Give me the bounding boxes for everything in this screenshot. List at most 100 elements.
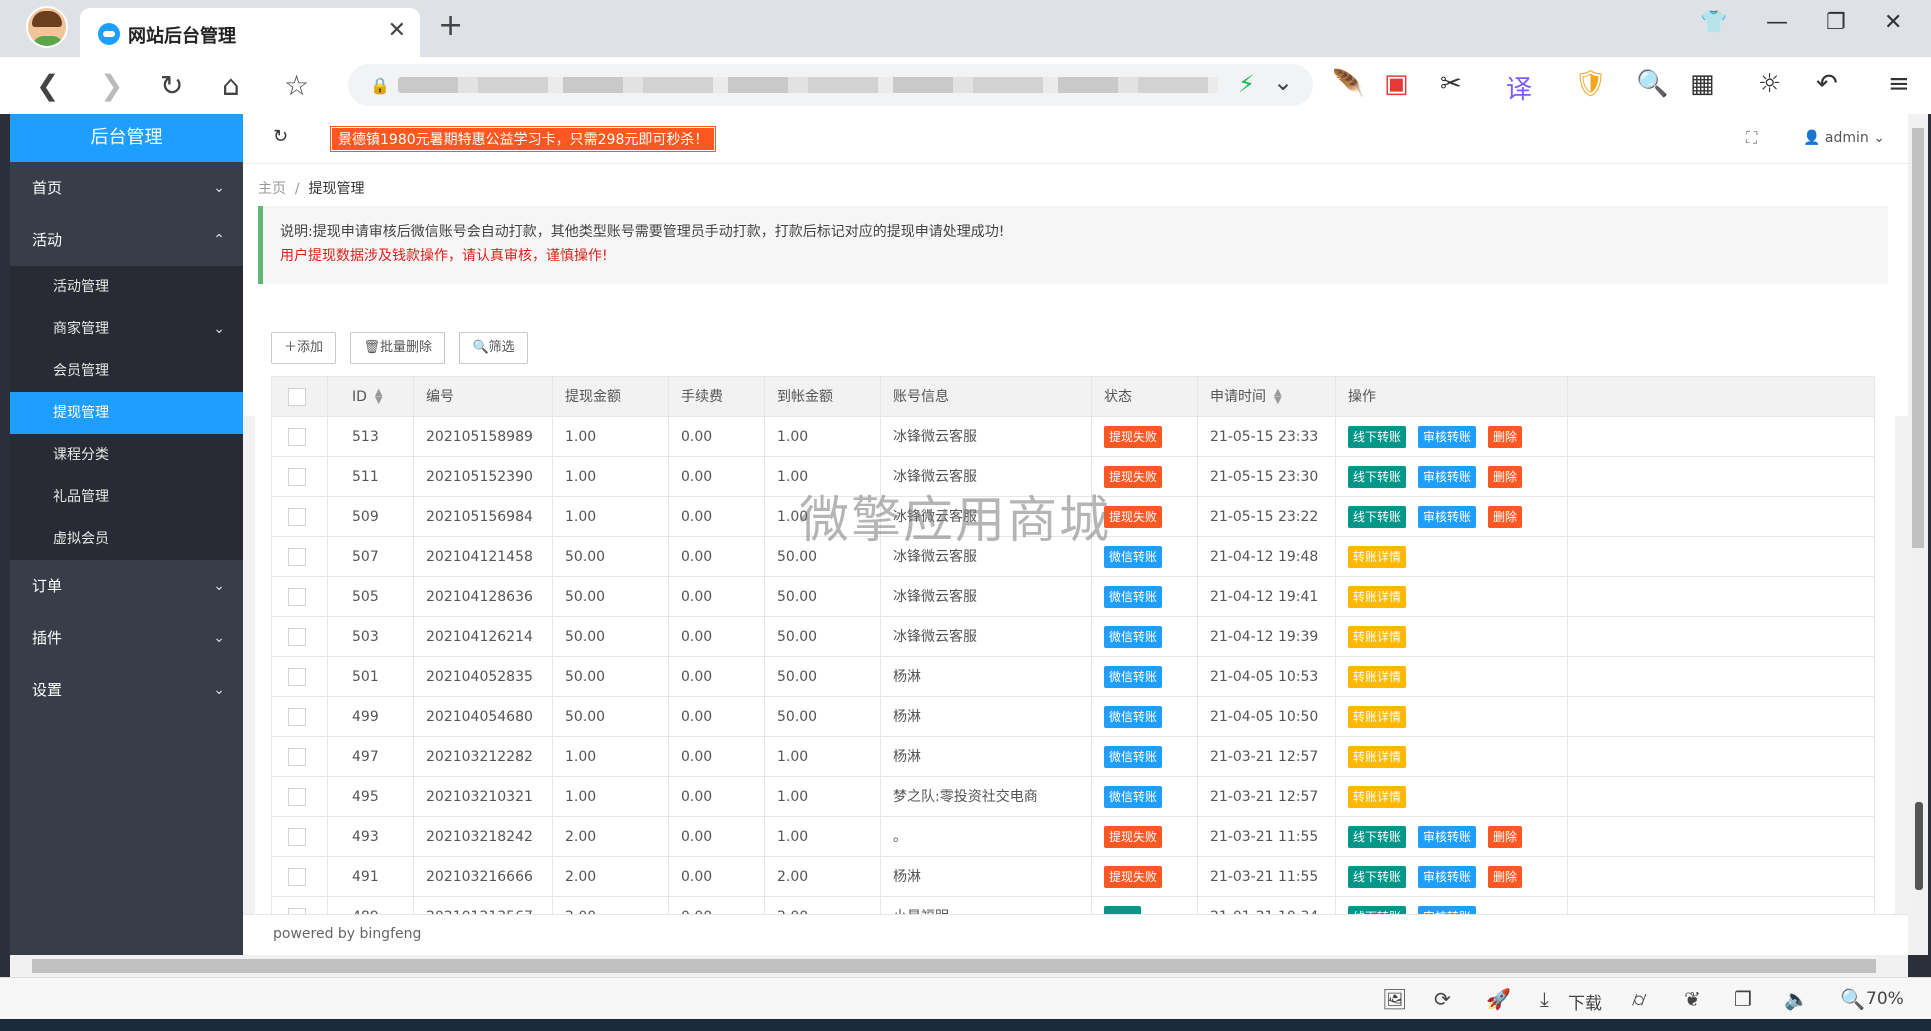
zoom-level[interactable]: 70%: [1866, 989, 1904, 1009]
sort-icon[interactable]: ▲ ▼: [1274, 388, 1282, 406]
sidebar-item-settings[interactable]: 设置 ⌄: [10, 664, 243, 716]
speed-icon[interactable]: ⟳: [1434, 987, 1451, 1011]
vertical-scrollbar[interactable]: [1908, 114, 1928, 955]
delete-button[interactable]: 删除: [1488, 506, 1523, 528]
back-icon[interactable]: ❮: [36, 69, 59, 102]
row-checkbox[interactable]: [288, 588, 306, 606]
transfer-detail-button[interactable]: 转账详情: [1348, 626, 1407, 648]
profile-avatar[interactable]: [26, 6, 68, 48]
star-bookmark-icon[interactable]: ☆: [284, 69, 309, 102]
vr-icon[interactable]: ⌭: [1632, 987, 1646, 1011]
game-icon[interactable]: ▣: [1384, 69, 1409, 99]
audit-transfer-button[interactable]: 审核转账: [1418, 826, 1477, 848]
sort-icon[interactable]: ▲ ▼: [375, 388, 383, 406]
header-time[interactable]: 申请时间 ▲ ▼: [1198, 377, 1336, 416]
scroll-thumb[interactable]: [1912, 128, 1924, 548]
audit-transfer-button[interactable]: 审核转账: [1418, 426, 1477, 448]
offline-transfer-button[interactable]: 线下转账: [1348, 866, 1407, 888]
row-checkbox[interactable]: [288, 668, 306, 686]
feather-icon[interactable]: 🪶: [1332, 69, 1364, 99]
offline-transfer-button[interactable]: 线下转账: [1348, 466, 1407, 488]
row-checkbox[interactable]: [288, 468, 306, 486]
leaf-icon[interactable]: ❦: [1684, 987, 1701, 1011]
restore-icon[interactable]: ❐: [1826, 10, 1846, 35]
scissors-icon[interactable]: ✂: [1440, 69, 1462, 99]
sidebar-item-merchant-manage[interactable]: 商家管理 ⌄: [10, 308, 243, 350]
row-checkbox[interactable]: [288, 868, 306, 886]
row-checkbox[interactable]: [288, 428, 306, 446]
audit-transfer-button[interactable]: 审核转账: [1418, 866, 1477, 888]
fullscreen-icon[interactable]: ⛶: [1746, 128, 1757, 148]
batch-delete-button[interactable]: 🗑批量删除: [350, 332, 446, 364]
row-checkbox[interactable]: [288, 708, 306, 726]
shirt-skin-icon[interactable]: 👕: [1700, 10, 1727, 35]
download-icon[interactable]: ⤓: [1540, 987, 1549, 1011]
header-id[interactable]: ID ▲ ▼: [328, 377, 414, 416]
horizontal-scrollbar[interactable]: [10, 955, 1908, 977]
promo-banner[interactable]: 景德镇1980元暑期特惠公益学习卡，只需298元即可秒杀！: [329, 126, 717, 152]
delete-button[interactable]: 删除: [1488, 466, 1523, 488]
rocket-icon[interactable]: 🚀: [1486, 987, 1511, 1011]
scroll-thumb[interactable]: [32, 959, 1876, 973]
delete-button[interactable]: 删除: [1488, 866, 1523, 888]
speed-bolt-icon[interactable]: ⚡: [1238, 70, 1255, 98]
filter-button[interactable]: 🔍筛选: [459, 332, 528, 364]
window-icon[interactable]: ❐: [1734, 987, 1752, 1011]
reload-icon[interactable]: ↻: [160, 69, 183, 102]
close-tab-icon[interactable]: ✕: [388, 18, 406, 43]
shield-coin-icon[interactable]: 🛡: [1574, 69, 1607, 99]
offline-transfer-button[interactable]: 线下转账: [1348, 426, 1407, 448]
delete-button[interactable]: 删除: [1488, 826, 1523, 848]
breadcrumb-home[interactable]: 主页: [258, 181, 286, 197]
sidebar-item-member-manage[interactable]: 会员管理: [10, 350, 243, 392]
row-checkbox[interactable]: [288, 628, 306, 646]
offline-transfer-button[interactable]: 线下转账: [1348, 506, 1407, 528]
minimize-icon[interactable]: —: [1766, 10, 1788, 35]
row-checkbox[interactable]: [288, 788, 306, 806]
refresh-icon[interactable]: ↻: [273, 126, 288, 147]
transfer-detail-button[interactable]: 转账详情: [1348, 666, 1407, 688]
user-menu[interactable]: 👤 admin ⌄: [1803, 130, 1885, 146]
menu-icon[interactable]: ≡: [1888, 69, 1910, 99]
add-button[interactable]: ＋添加: [271, 332, 337, 364]
home-icon[interactable]: ⌂: [222, 69, 240, 102]
chevron-down-icon[interactable]: ⌄: [1273, 68, 1293, 96]
sidebar-item-activity[interactable]: 活动 ⌃: [10, 214, 243, 266]
sidebar-item-gift-manage[interactable]: 礼品管理: [10, 476, 243, 518]
sidebar-item-virtual-member[interactable]: 虚拟会员: [10, 518, 243, 560]
audit-transfer-button[interactable]: 审核转账: [1418, 506, 1477, 528]
row-checkbox[interactable]: [288, 508, 306, 526]
apps-grid-icon[interactable]: ▦: [1690, 69, 1715, 99]
sidebar-item-orders[interactable]: 订单 ⌄: [10, 560, 243, 612]
sidebar-item-plugins[interactable]: 插件 ⌄: [10, 612, 243, 664]
zoom-icon[interactable]: 🔍: [1840, 987, 1865, 1011]
new-tab-button[interactable]: +: [438, 8, 463, 43]
brightness-icon[interactable]: ☼: [1758, 69, 1781, 99]
row-checkbox[interactable]: [288, 828, 306, 846]
select-all-checkbox[interactable]: [288, 388, 306, 406]
sidebar-item-withdraw-manage[interactable]: 提现管理: [10, 392, 243, 434]
translate-icon[interactable]: 译: [1506, 69, 1532, 106]
undo-icon[interactable]: ↶: [1816, 69, 1838, 99]
window-close-icon[interactable]: ✕: [1884, 10, 1902, 35]
transfer-detail-button[interactable]: 转账详情: [1348, 546, 1407, 568]
volume-icon[interactable]: 🔈: [1784, 987, 1809, 1011]
transfer-detail-button[interactable]: 转账详情: [1348, 586, 1407, 608]
sidebar-item-home[interactable]: 首页 ⌄: [10, 162, 243, 214]
image-icon[interactable]: 🖼: [1382, 987, 1407, 1011]
sidebar-item-activity-manage[interactable]: 活动管理: [10, 266, 243, 308]
delete-button[interactable]: 删除: [1488, 426, 1523, 448]
download-label[interactable]: 下载: [1568, 989, 1602, 1014]
forward-icon[interactable]: ❯: [100, 69, 123, 102]
browser-tab[interactable]: 网站后台管理 ✕: [80, 8, 420, 57]
offline-transfer-button[interactable]: 线下转账: [1348, 826, 1407, 848]
row-checkbox[interactable]: [288, 748, 306, 766]
search-icon[interactable]: 🔍: [1636, 69, 1668, 99]
transfer-detail-button[interactable]: 转账详情: [1348, 786, 1407, 808]
transfer-detail-button[interactable]: 转账详情: [1348, 746, 1407, 768]
sidebar-item-course-category[interactable]: 课程分类: [10, 434, 243, 476]
transfer-detail-button[interactable]: 转账详情: [1348, 706, 1407, 728]
audit-transfer-button[interactable]: 审核转账: [1418, 466, 1477, 488]
row-checkbox[interactable]: [288, 548, 306, 566]
url-field[interactable]: 🔒 ⚡ ⌄: [348, 64, 1313, 106]
